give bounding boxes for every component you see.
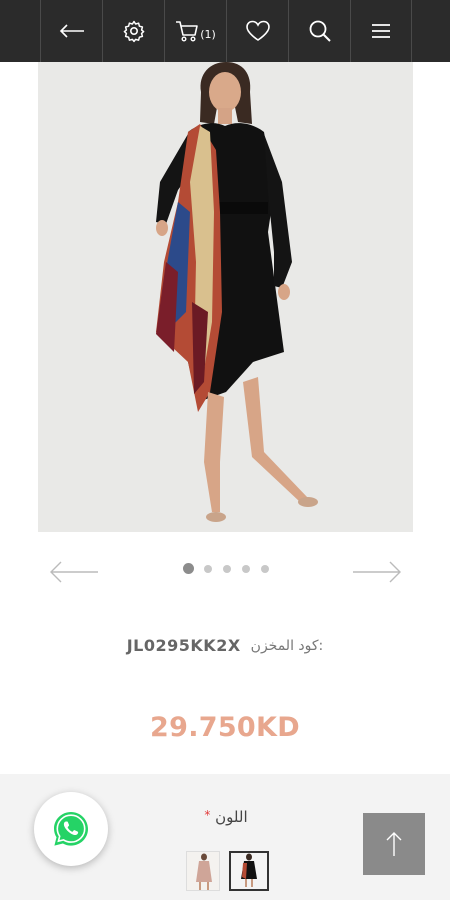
search-button[interactable] xyxy=(288,0,350,62)
gear-icon xyxy=(123,20,144,43)
whatsapp-button[interactable] xyxy=(34,792,108,866)
arrow-right-icon xyxy=(353,561,401,583)
carousel-pagination xyxy=(183,563,280,574)
swatch-nude-dress xyxy=(187,852,219,890)
carousel-dot[interactable] xyxy=(204,564,212,573)
next-image-button[interactable] xyxy=(352,560,402,584)
color-swatch-black[interactable] xyxy=(229,851,269,891)
cart-icon xyxy=(176,21,199,42)
wishlist-button[interactable] xyxy=(226,0,288,62)
sku-row: JL0295KK2X كود المخزن: xyxy=(0,636,450,655)
carousel-dot[interactable] xyxy=(261,564,269,573)
previous-image-button[interactable] xyxy=(49,560,99,584)
dress-photo xyxy=(38,62,413,532)
sku-value: JL0295KK2X xyxy=(126,636,241,655)
search-icon xyxy=(309,20,331,42)
arrow-up-icon xyxy=(386,832,402,856)
back-arrow-icon xyxy=(59,24,84,38)
product-price: 29.750KD xyxy=(150,712,300,743)
product-image[interactable] xyxy=(38,62,413,532)
sku-label: كود المخزن: xyxy=(250,637,324,654)
cart-button[interactable]: (1) xyxy=(164,0,226,62)
color-label-text: اللون xyxy=(215,808,248,826)
required-mark: * xyxy=(204,808,211,822)
whatsapp-icon xyxy=(54,812,88,846)
back-button[interactable] xyxy=(40,0,102,62)
color-swatch-nude[interactable] xyxy=(186,851,220,891)
cart-count-badge: (1) xyxy=(200,27,216,41)
settings-button[interactable] xyxy=(102,0,164,62)
menu-icon xyxy=(372,24,390,38)
swatch-black-dress xyxy=(231,853,267,889)
menu-button[interactable] xyxy=(350,0,412,62)
heart-icon xyxy=(245,20,270,41)
scroll-to-top-button[interactable] xyxy=(363,813,425,875)
carousel-dot[interactable] xyxy=(183,563,194,574)
carousel-dot[interactable] xyxy=(223,564,231,573)
top-nav-bar: (1) xyxy=(0,0,450,62)
carousel-dot[interactable] xyxy=(242,564,250,573)
arrow-left-icon xyxy=(50,561,98,583)
